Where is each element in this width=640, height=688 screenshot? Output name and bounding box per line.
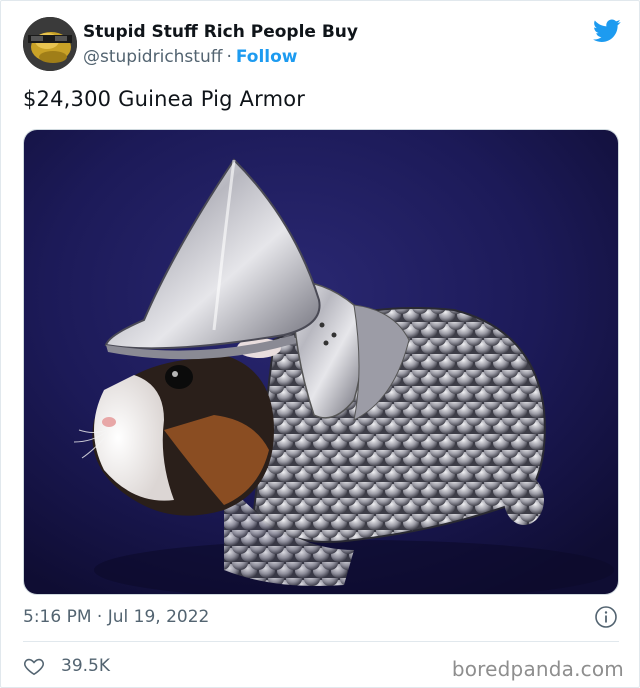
heart-icon[interactable] <box>23 655 45 677</box>
separator: · <box>226 47 232 67</box>
like-count: 39.5K <box>61 656 110 676</box>
tweet-card: Stupid Stuff Rich People Buy @stupidrich… <box>0 0 640 688</box>
like-action[interactable]: 39.5K <box>23 653 110 679</box>
avatar[interactable] <box>23 17 77 71</box>
twitter-bird-icon[interactable] <box>593 19 621 43</box>
tweet-date: Jul 19, 2022 <box>107 607 210 627</box>
tweet-timestamp[interactable]: 5:16 PM · Jul 19, 2022 <box>23 607 209 627</box>
follow-button[interactable]: Follow <box>236 47 298 67</box>
tweet-time: 5:16 PM <box>23 607 92 627</box>
tweet-header: Stupid Stuff Rich People Buy @stupidrich… <box>23 17 623 75</box>
watermark: boredpanda.com <box>451 657 624 681</box>
display-name[interactable]: Stupid Stuff Rich People Buy <box>83 22 358 42</box>
info-icon[interactable] <box>594 605 618 629</box>
tweet-text: $24,300 Guinea Pig Armor <box>23 87 306 111</box>
guinea-pig-armor-photo <box>24 130 618 594</box>
timestamp-separator: · <box>96 607 103 627</box>
tweet-photo[interactable] <box>23 129 619 595</box>
handle-row: @stupidrichstuff · Follow <box>83 47 298 67</box>
account-handle[interactable]: @stupidrichstuff <box>83 47 222 67</box>
divider <box>23 641 619 642</box>
